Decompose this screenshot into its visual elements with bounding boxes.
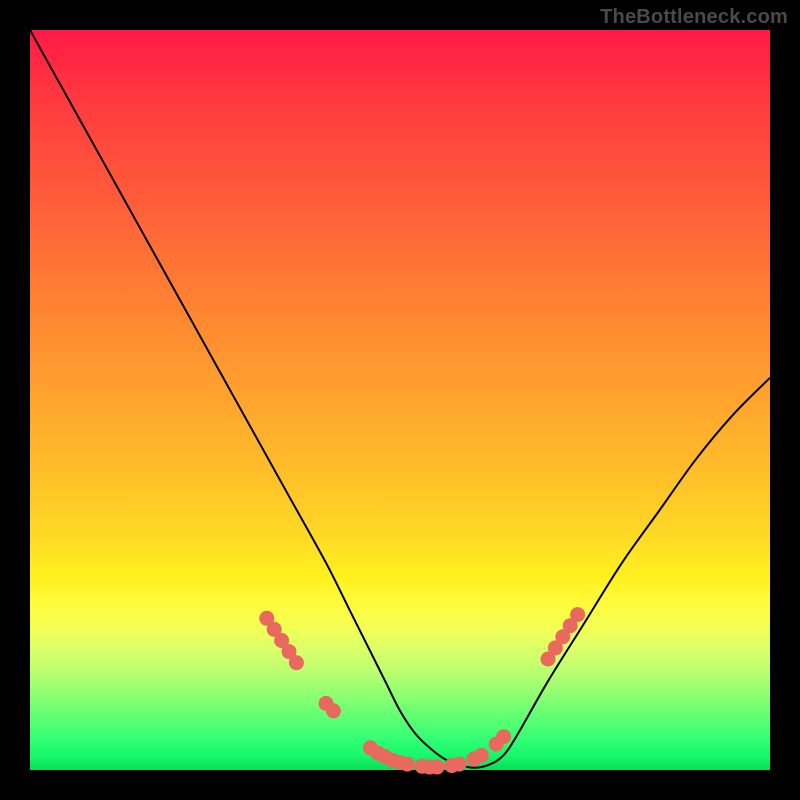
curve-markers (259, 607, 585, 774)
plot-area (30, 30, 770, 770)
marker-dot (474, 748, 489, 763)
marker-dot (400, 757, 415, 772)
watermark-text: TheBottleneck.com (600, 6, 788, 29)
chart-frame: TheBottleneck.com (0, 0, 800, 800)
marker-dot (452, 757, 467, 772)
marker-dot (430, 760, 445, 775)
bottleneck-curve (30, 30, 770, 768)
marker-dot (289, 655, 304, 670)
marker-dot (326, 703, 341, 718)
chart-svg (30, 30, 770, 770)
marker-dot (570, 607, 585, 622)
marker-dot (496, 729, 511, 744)
